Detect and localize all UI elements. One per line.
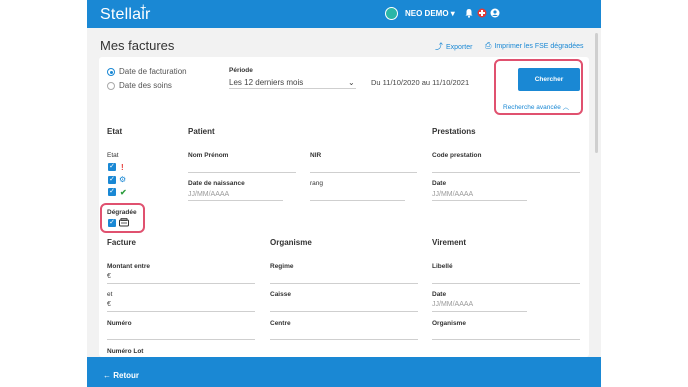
print-degraded-fse-link[interactable]: ⎙ Imprimer les FSE dégradées <box>485 41 584 51</box>
date-naissance-underline <box>188 200 283 201</box>
date-naissance-label: Date de naissance <box>188 180 245 187</box>
app-window: Stellair + NEO DEMO ▾ Mes factures ⤴ Expo… <box>87 0 601 387</box>
prestation-date-underline <box>432 200 527 201</box>
montant-entre-label: Montant entre <box>107 263 150 270</box>
radio-date-facturation-label[interactable]: Date de facturation <box>119 67 187 76</box>
periode-chevron-down-icon[interactable]: ⌄ <box>348 78 355 87</box>
virement-organisme-label: Organisme <box>432 320 466 327</box>
user-avatar[interactable] <box>385 7 398 20</box>
regime-label: Regime <box>270 263 294 270</box>
scrollbar[interactable] <box>595 33 598 153</box>
numero-input[interactable] <box>107 339 255 340</box>
back-button[interactable]: ← Retour <box>103 371 139 380</box>
nom-prenom-label: Nom Prénom <box>188 152 229 159</box>
date-range-text: Du 11/10/2020 au 11/10/2021 <box>371 78 470 87</box>
organisme-section-title: Organisme <box>270 238 312 247</box>
user-name[interactable]: NEO DEMO ▾ <box>405 9 455 18</box>
virement-date-input[interactable]: JJ/MM/AAAA <box>432 301 473 308</box>
code-prestation-label: Code prestation <box>432 152 482 159</box>
caisse-input[interactable] <box>270 311 418 312</box>
export-label: Exporter <box>446 44 473 51</box>
radio-date-soins[interactable] <box>107 82 115 90</box>
prestations-section-title: Prestations <box>432 127 476 136</box>
export-icon: ⤴ <box>435 42 443 51</box>
nir-label: NIR <box>310 152 322 159</box>
user-menu-caret-icon: ▾ <box>450 9 455 18</box>
montant-min-underline <box>107 283 255 284</box>
bottom-bar: ← Retour <box>87 357 601 387</box>
regime-input[interactable] <box>270 283 418 284</box>
prestation-date-label: Date <box>432 180 447 187</box>
top-bar: Stellair + NEO DEMO ▾ <box>87 0 601 28</box>
degradee-highlight-box <box>100 203 145 233</box>
etat-processing-checkbox[interactable]: ✓ <box>108 176 116 184</box>
virement-section-title: Virement <box>432 238 467 247</box>
printer-icon: ⎙ <box>485 41 492 50</box>
rang-input[interactable] <box>310 200 405 201</box>
facture-section-title: Facture <box>107 238 136 247</box>
caisse-label: Caisse <box>270 291 291 298</box>
date-naissance-input[interactable]: JJ/MM/AAAA <box>188 191 229 198</box>
et-label: et <box>107 291 113 298</box>
prestation-date-input[interactable]: JJ/MM/AAAA <box>432 191 473 198</box>
health-cross-icon[interactable] <box>477 8 487 18</box>
page-title: Mes factures <box>100 38 175 53</box>
libelle-input[interactable] <box>432 283 580 284</box>
error-exclamation-icon: ! <box>121 163 124 172</box>
montant-min-input[interactable]: € <box>107 273 111 280</box>
search-highlight-box <box>494 59 583 115</box>
user-name-label: NEO DEMO <box>405 9 449 18</box>
numero-lot-label: Numéro Lot <box>107 348 144 355</box>
logo-plus-icon: + <box>140 2 147 14</box>
etat-section-title: Etat <box>107 127 123 136</box>
radio-date-facturation[interactable] <box>107 68 115 76</box>
periode-underline <box>229 88 356 89</box>
montant-max-underline <box>107 311 255 312</box>
search-form-card: Date de facturation Date des soins Pério… <box>99 57 589 357</box>
notification-bell-icon[interactable] <box>464 8 474 18</box>
montant-max-input[interactable]: € <box>107 301 111 308</box>
etat-error-checkbox[interactable]: ✓ <box>108 163 116 171</box>
code-prestation-input[interactable] <box>432 172 580 173</box>
export-link[interactable]: ⤴ Exporter <box>435 41 472 52</box>
virement-date-underline <box>432 311 527 312</box>
success-check-icon: ✔ <box>120 188 127 197</box>
patient-section-title: Patient <box>188 127 215 136</box>
rang-label: rang <box>310 180 324 187</box>
nir-input[interactable] <box>310 172 417 173</box>
gears-icon: ⚙ <box>119 175 127 184</box>
virement-date-label: Date <box>432 291 447 298</box>
print-label: Imprimer les FSE dégradées <box>494 43 584 50</box>
nom-prenom-input[interactable] <box>188 172 296 173</box>
etat-field-label: Etat <box>107 152 119 159</box>
numero-label: Numéro <box>107 320 132 327</box>
periode-label: Période <box>229 67 253 74</box>
centre-label: Centre <box>270 320 291 327</box>
periode-select[interactable]: Les 12 derniers mois <box>229 78 303 87</box>
centre-input[interactable] <box>270 339 418 340</box>
libelle-label: Libellé <box>432 263 453 270</box>
virement-organisme-input[interactable] <box>432 339 580 340</box>
account-icon[interactable] <box>490 8 500 18</box>
etat-success-checkbox[interactable]: ✓ <box>108 188 116 196</box>
radio-date-soins-label[interactable]: Date des soins <box>119 81 172 90</box>
